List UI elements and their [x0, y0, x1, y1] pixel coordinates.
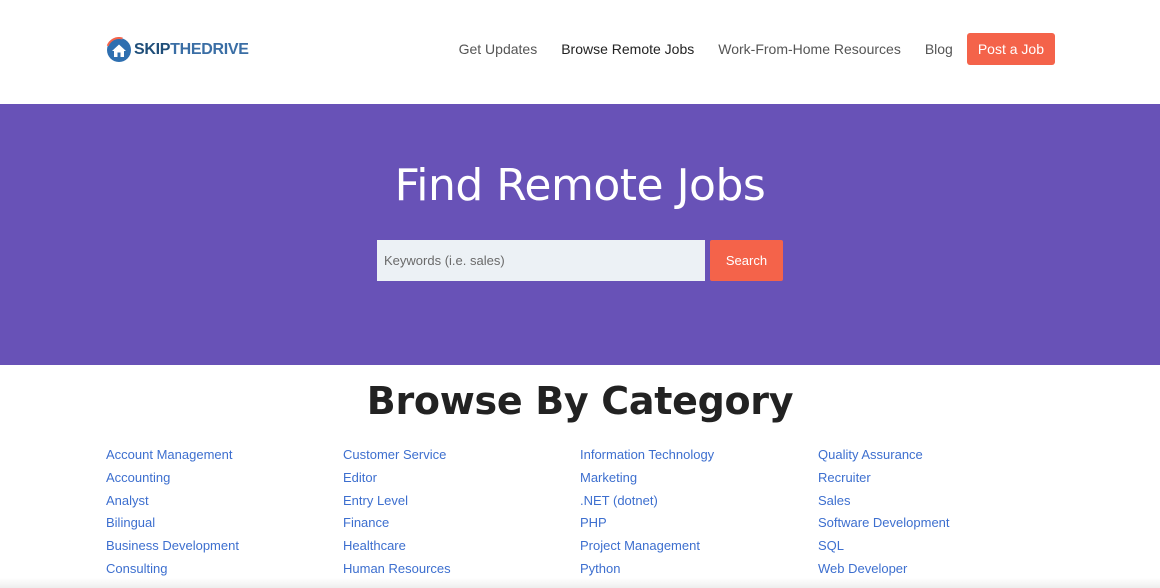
category-section-title: Browse By Category: [366, 379, 794, 423]
site-header: SKIPTHEDRIVE Get Updates Browse Remote J…: [0, 0, 1160, 104]
category-column-1: Account Management Accounting Analyst Bi…: [106, 444, 239, 581]
category-link[interactable]: Recruiter: [818, 467, 950, 490]
category-link[interactable]: Marketing: [580, 467, 714, 490]
category-link[interactable]: Finance: [343, 512, 451, 535]
bottom-shadow: [0, 578, 1160, 588]
category-link[interactable]: SQL: [818, 535, 950, 558]
category-link[interactable]: Editor: [343, 467, 451, 490]
main-nav: Get Updates Browse Remote Jobs Work-From…: [435, 33, 1055, 65]
category-link[interactable]: Entry Level: [343, 490, 451, 513]
category-link[interactable]: Project Management: [580, 535, 714, 558]
site-logo[interactable]: SKIPTHEDRIVE: [106, 37, 249, 63]
category-link[interactable]: Analyst: [106, 490, 239, 513]
category-link[interactable]: Accounting: [106, 467, 239, 490]
category-link[interactable]: Sales: [818, 490, 950, 513]
nav-browse-remote-jobs[interactable]: Browse Remote Jobs: [561, 41, 694, 57]
category-link[interactable]: Bilingual: [106, 512, 239, 535]
nav-work-from-home-resources[interactable]: Work-From-Home Resources: [718, 41, 901, 57]
hero-title: Find Remote Jobs: [394, 160, 766, 211]
category-column-4: Quality Assurance Recruiter Sales Softwa…: [818, 444, 950, 581]
post-a-job-button[interactable]: Post a Job: [966, 33, 1055, 65]
category-link[interactable]: Healthcare: [343, 535, 451, 558]
nav-get-updates[interactable]: Get Updates: [459, 41, 538, 57]
logo-wordmark: SKIPTHEDRIVE: [134, 41, 249, 58]
category-column-3: Information Technology Marketing .NET (d…: [580, 444, 714, 581]
category-link[interactable]: Account Management: [106, 444, 239, 467]
category-link[interactable]: Software Development: [818, 512, 950, 535]
category-link[interactable]: Business Development: [106, 535, 239, 558]
category-column-2: Customer Service Editor Entry Level Fina…: [343, 444, 451, 581]
category-link[interactable]: Information Technology: [580, 444, 714, 467]
nav-blog[interactable]: Blog: [925, 41, 953, 57]
hero-banner: Find Remote Jobs Search: [0, 104, 1160, 365]
category-link[interactable]: .NET (dotnet): [580, 490, 714, 513]
search-button[interactable]: Search: [710, 240, 783, 281]
keyword-search-input[interactable]: [377, 240, 705, 281]
house-arrow-logo-icon: [106, 37, 132, 63]
category-link[interactable]: Quality Assurance: [818, 444, 950, 467]
category-link[interactable]: PHP: [580, 512, 714, 535]
category-link[interactable]: Customer Service: [343, 444, 451, 467]
